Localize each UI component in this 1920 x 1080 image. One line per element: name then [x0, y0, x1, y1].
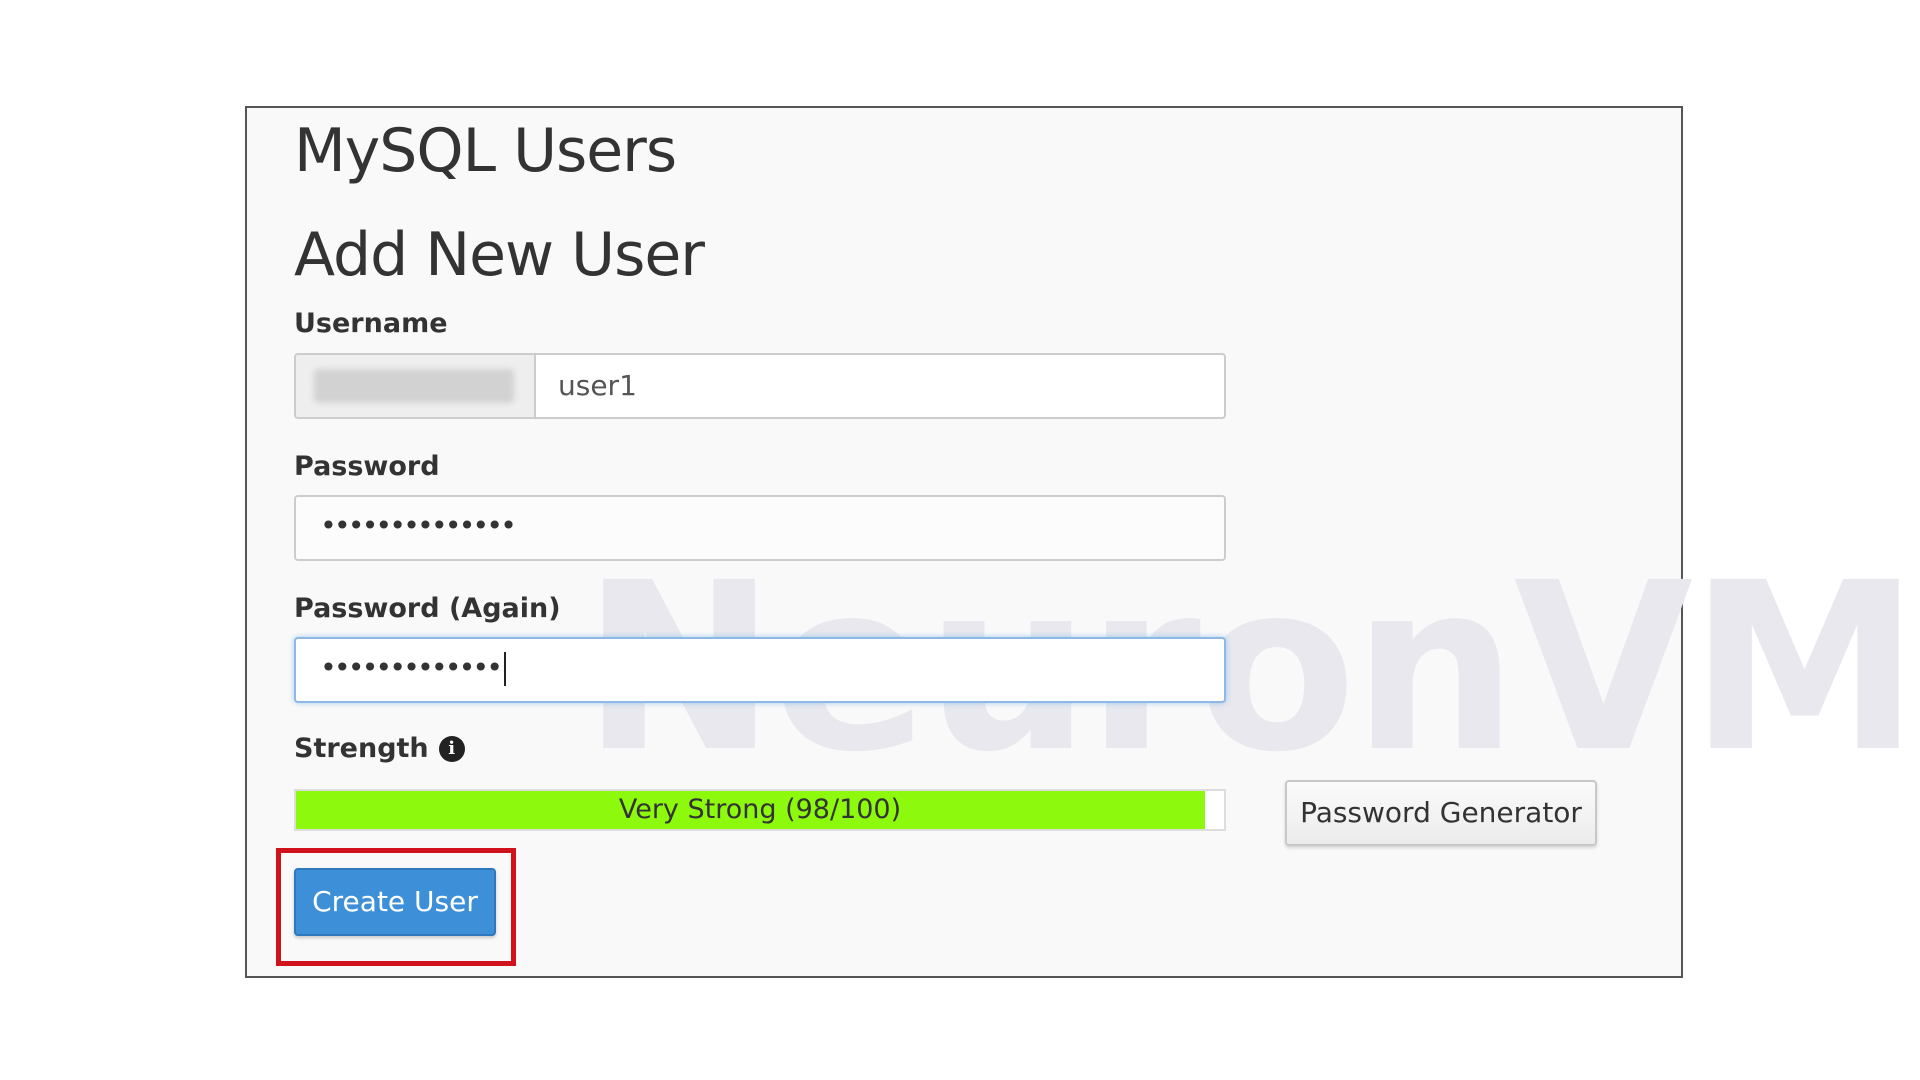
strength-meter: Very Strong (98/100) — [294, 789, 1226, 831]
password-generator-button[interactable]: Password Generator — [1285, 780, 1597, 846]
section-title: Add New User — [294, 220, 705, 290]
username-label: Username — [294, 308, 448, 339]
page-title: MySQL Users — [294, 116, 677, 186]
strength-meter-label: Very Strong (98/100) — [618, 794, 902, 825]
strength-label: Strength — [294, 733, 429, 764]
create-user-button[interactable]: Create User — [294, 868, 496, 936]
username-prefix — [296, 355, 536, 417]
strength-row: Strength i — [294, 733, 465, 764]
password-again-label: Password (Again) — [294, 593, 561, 624]
username-field[interactable]: user1 — [536, 355, 1224, 417]
password-label: Password — [294, 451, 440, 482]
mysql-users-panel: NeuronVM MySQL Users Add New User Userna… — [245, 106, 1920, 978]
blurred-prefix — [314, 369, 514, 403]
info-icon[interactable]: i — [438, 735, 465, 762]
text-caret — [504, 652, 507, 686]
content: MySQL Users Add New User Username user1 … — [247, 108, 1681, 976]
username-input-group: user1 — [294, 353, 1226, 419]
password-field[interactable]: •••••••••••••• — [294, 495, 1226, 561]
password-again-field[interactable]: ••••••••••••• — [294, 637, 1226, 703]
password-again-value: ••••••••••••• — [320, 651, 503, 684]
